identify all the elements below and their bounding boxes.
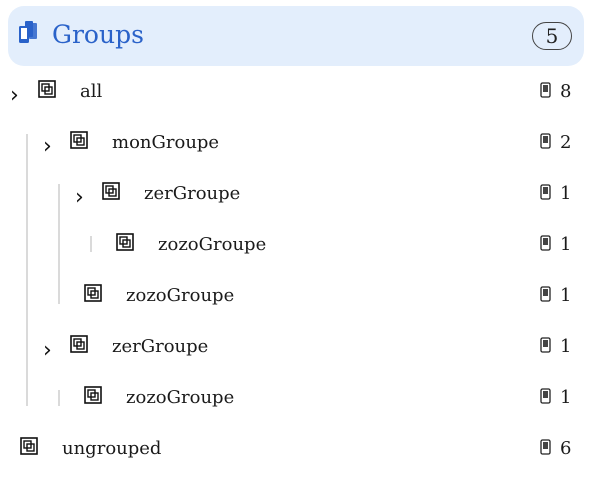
chevron-right-icon[interactable]: › [10, 85, 26, 107]
chevron-right-icon[interactable]: › [75, 187, 91, 209]
group-icon [38, 80, 56, 98]
device-count: 1 [560, 183, 572, 204]
device-icon [540, 133, 551, 149]
device-icon [540, 286, 551, 302]
tree-item-ungrouped[interactable]: ungrouped 6 [0, 437, 594, 477]
device-count: 1 [560, 234, 572, 255]
tree-item-zergroupe[interactable]: › zerGroupe 1 [0, 182, 594, 222]
device-icon [540, 337, 551, 353]
tree-item-label: zozoGroupe [126, 387, 235, 408]
device-count: 1 [560, 285, 572, 306]
group-icon [84, 386, 102, 404]
device-icon [540, 235, 551, 251]
tree-item-label: zozoGroupe [158, 234, 267, 255]
tree-item-zozogroupe[interactable]: zozoGroupe 1 [0, 233, 594, 273]
tree-item-label: all [80, 81, 103, 102]
tree-item-all[interactable]: › all 8 [0, 80, 594, 120]
device-icon [540, 388, 551, 404]
device-count: 8 [560, 81, 572, 102]
group-icon [20, 437, 38, 455]
device-count: 1 [560, 336, 572, 357]
device-count: 2 [560, 132, 572, 153]
device-icon [540, 82, 551, 98]
group-icon [70, 131, 88, 149]
tree-item-label: zerGroupe [112, 336, 209, 357]
device-count: 6 [560, 438, 572, 459]
tree-item-zergroupe[interactable]: › zerGroupe 1 [0, 335, 594, 375]
device-icon [540, 184, 551, 200]
tree-item-label: zerGroupe [144, 183, 241, 204]
device-icon [540, 439, 551, 455]
group-icon [84, 284, 102, 302]
chevron-right-icon[interactable]: › [43, 136, 59, 158]
tree-item-label: zozoGroupe [126, 285, 235, 306]
tree-item-label: ungrouped [62, 438, 162, 459]
tree-item-mongroupe[interactable]: › monGroupe 2 [0, 131, 594, 171]
device-count: 1 [560, 387, 572, 408]
tree-item-zozogroupe[interactable]: zozoGroupe 1 [0, 386, 594, 426]
group-icon [116, 233, 134, 251]
group-icon [70, 335, 88, 353]
chevron-right-icon[interactable]: › [43, 340, 59, 362]
tree-item-zozogroupe[interactable]: zozoGroupe 1 [0, 284, 594, 324]
tree-item-label: monGroupe [112, 132, 220, 153]
groups-tree: › all 8 › monGroupe 2 › zerGroupe 1 zozo… [0, 0, 594, 470]
group-icon [102, 182, 120, 200]
